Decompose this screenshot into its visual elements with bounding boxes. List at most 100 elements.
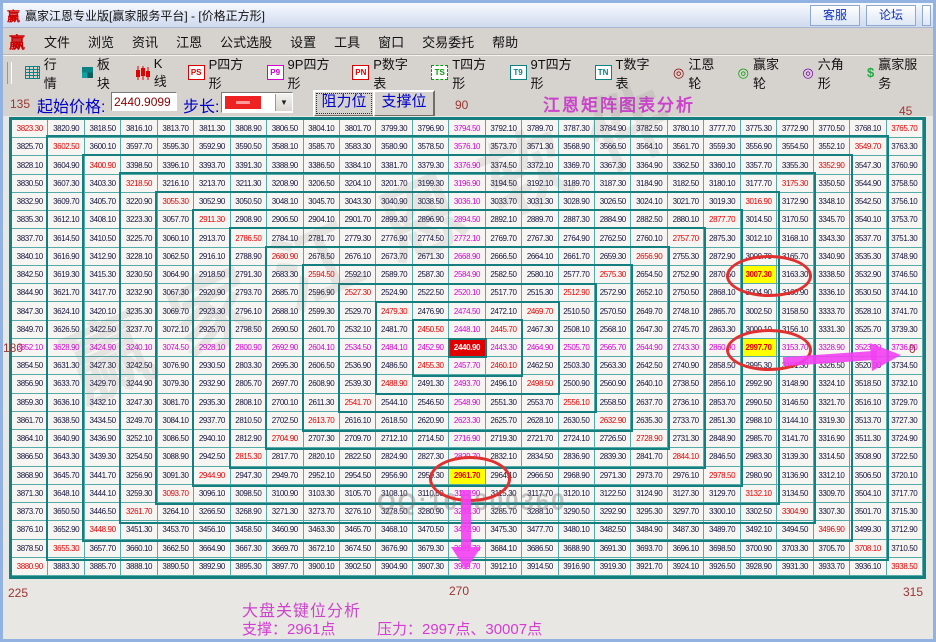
- gann-cell: 3403.30: [85, 175, 121, 193]
- toolbar-button-P四方形[interactable]: PSP四方形: [181, 54, 260, 92]
- gann-cell: 3028.90: [559, 193, 595, 211]
- toolbar-button-K线[interactable]: K线: [128, 56, 181, 90]
- gann-cell: 3273.70: [304, 503, 340, 521]
- gann-cell: 3240.10: [121, 339, 157, 357]
- support-button[interactable]: 支撑位: [373, 90, 435, 117]
- gann-cell: 2822.50: [340, 448, 376, 466]
- quotes-table-icon: [25, 66, 40, 79]
- menu-item-2[interactable]: 资讯: [123, 29, 167, 54]
- customer-service-button[interactable]: 客服: [810, 5, 860, 26]
- gann-cell: 3398.50: [121, 156, 157, 174]
- gann-cell: 2587.30: [413, 266, 449, 284]
- gann-cell: 3091.30: [158, 467, 194, 485]
- menu-item-4[interactable]: 公式选股: [211, 29, 281, 54]
- toolbar-button-T数字表[interactable]: TNT数字表: [588, 54, 666, 92]
- gann-cell: 3165.70: [777, 248, 813, 266]
- dropdown-arrow-icon[interactable]: ▼: [275, 94, 292, 111]
- gann-cell: 3535.30: [850, 248, 886, 266]
- gann-cell: 2762.50: [595, 229, 631, 247]
- gann-cell: 2474.50: [449, 302, 485, 320]
- gann-cell: 2560.90: [595, 375, 631, 393]
- gann-cell: 2755.30: [668, 248, 704, 266]
- gann-cell: 2978.50: [704, 467, 740, 485]
- gann-cell: 3604.90: [48, 156, 84, 174]
- gann-cell: 3751.30: [887, 229, 923, 247]
- gann-cell: 2836.90: [559, 448, 595, 466]
- toolbar-button-板块[interactable]: 板块: [75, 54, 128, 92]
- hexagon-icon: ◎: [802, 66, 813, 79]
- toolbar-button-赢家轮[interactable]: ◎赢家轮: [731, 54, 796, 92]
- toolbar-button-赢家服务[interactable]: $赢家服务: [860, 54, 933, 92]
- start-price-input[interactable]: [111, 92, 177, 111]
- gann-cell: 3158.50: [777, 302, 813, 320]
- gann-cell: 3530.50: [850, 284, 886, 302]
- angle-label-45: 45: [899, 104, 912, 118]
- forum-button[interactable]: 论坛: [866, 5, 916, 26]
- gann-cell: 2683.30: [267, 266, 303, 284]
- gann-cell: 3844.90: [12, 284, 48, 302]
- menu-item-7[interactable]: 窗口: [369, 29, 413, 54]
- gann-cell: 2805.70: [231, 375, 267, 393]
- gann-cell: 3146.50: [777, 394, 813, 412]
- gann-cell: 3837.70: [12, 229, 48, 247]
- step-style-dropdown[interactable]: ▼: [221, 92, 293, 113]
- toolbar-button-9P四方形[interactable]: P99P四方形: [260, 54, 346, 92]
- gann-cell: 3583.30: [340, 138, 376, 156]
- gann-cell: 3516.10: [850, 394, 886, 412]
- gann-cell: 2728.90: [631, 430, 667, 448]
- toolbar-button-六角形[interactable]: ◎六角形: [795, 54, 860, 92]
- gann-cell: 2589.70: [376, 266, 412, 284]
- gann-cell: 3050.50: [231, 193, 267, 211]
- gann-cell: 3336.10: [814, 284, 850, 302]
- gann-cell: 3016.90: [741, 193, 777, 211]
- gann-cell: 3487.30: [668, 521, 704, 539]
- extra-titlebar-button[interactable]: [922, 5, 931, 26]
- gann-cell: 3866.50: [12, 448, 48, 466]
- gann-cell: 2496.10: [486, 375, 522, 393]
- gann-cell: 3321.70: [814, 394, 850, 412]
- menu-item-6[interactable]: 工具: [325, 29, 369, 54]
- gann-cell: 2815.30: [231, 448, 267, 466]
- gann-cell: 2630.50: [559, 412, 595, 430]
- gann-cell: 3741.70: [887, 302, 923, 320]
- resistance-button[interactable]: 阻力位: [313, 90, 375, 117]
- gann-cell: 3144.10: [777, 412, 813, 430]
- gann-cell: 3019.30: [704, 193, 740, 211]
- menu-item-5[interactable]: 设置: [281, 29, 325, 54]
- gann-cell: 3331.30: [814, 321, 850, 339]
- gann-cell: 2985.70: [741, 430, 777, 448]
- gann-cell: 2467.30: [522, 321, 558, 339]
- toolbar-button-P数字表[interactable]: PNP数字表: [345, 54, 424, 92]
- toolbar-label: K线: [154, 56, 174, 90]
- toolbar-button-江恩轮[interactable]: ◎江恩轮: [666, 54, 731, 92]
- gann-cell: 2668.90: [449, 248, 485, 266]
- menu-item-3[interactable]: 江恩: [167, 29, 211, 54]
- gann-cell: 3081.70: [158, 394, 194, 412]
- gann-cell: 3595.30: [158, 138, 194, 156]
- gann-cell: 3381.70: [376, 156, 412, 174]
- gann-cell: 2887.30: [559, 211, 595, 229]
- gann-cell: 2647.30: [631, 321, 667, 339]
- gann-cell: 3120.10: [559, 485, 595, 503]
- gann-cell: 3026.50: [595, 193, 631, 211]
- menu-item-9[interactable]: 帮助: [483, 29, 527, 54]
- gann-cell: 3319.30: [814, 412, 850, 430]
- gann-cell: 3168.10: [777, 229, 813, 247]
- gann-cell: 2726.50: [595, 430, 631, 448]
- gann-cell: 3835.30: [12, 211, 48, 229]
- gann-cell: 3484.90: [631, 521, 667, 539]
- menu-item-0[interactable]: 文件: [35, 29, 79, 54]
- toolbar-button-行情[interactable]: 行情: [18, 54, 75, 92]
- gann-cell: 3892.90: [194, 558, 230, 576]
- gann-cell: 2462.50: [522, 357, 558, 375]
- toolbar-button-9T四方形[interactable]: T99T四方形: [503, 54, 588, 92]
- gann-cell: 2611.30: [304, 394, 340, 412]
- gann-cell: 3420.10: [85, 302, 121, 320]
- gann-cell: 2620.90: [413, 412, 449, 430]
- gann-cell: 3710.50: [887, 540, 923, 558]
- toolbar-label: 赢家服务: [878, 54, 926, 92]
- menu-item-8[interactable]: 交易委托: [413, 29, 483, 54]
- toolbar-button-T四方形[interactable]: TST四方形: [424, 54, 502, 92]
- menu-item-1[interactable]: 浏览: [79, 29, 123, 54]
- gann-cell: 3400.90: [85, 156, 121, 174]
